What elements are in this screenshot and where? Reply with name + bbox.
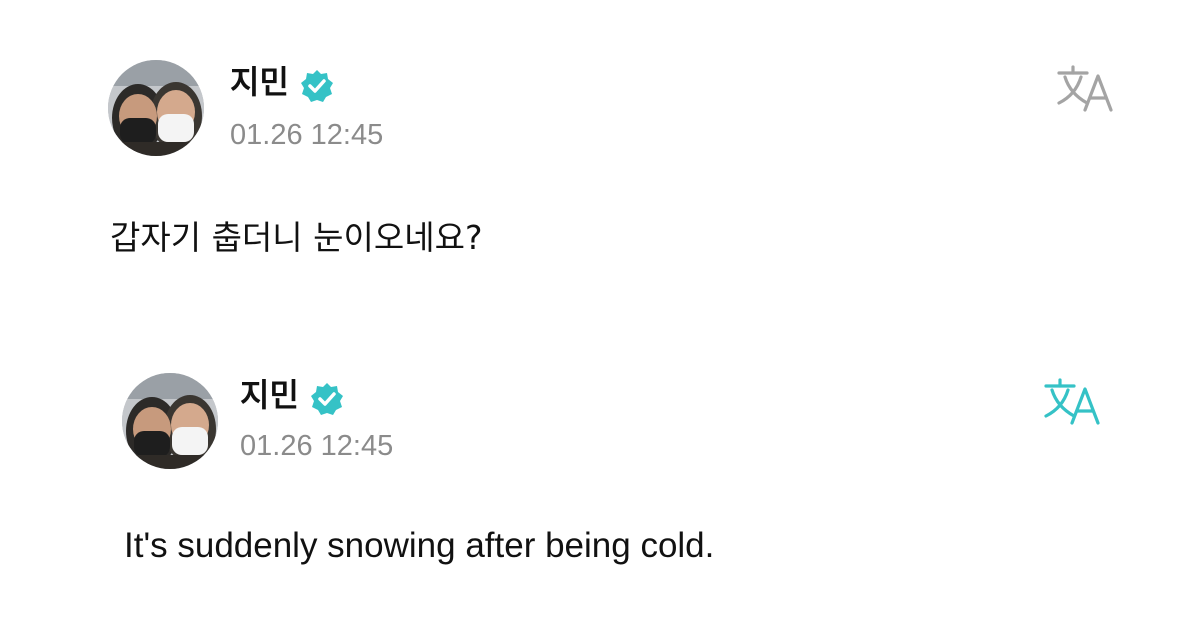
- verified-check-icon: [311, 383, 343, 415]
- post-original: 지민 01.26 12:45 갑자기 춥더니 눈이오네요?: [0, 0, 1200, 310]
- author-name[interactable]: 지민: [230, 66, 289, 98]
- avatar[interactable]: [122, 373, 218, 469]
- post-translated: 지민 01.26 12:45 It's suddenly snowing aft…: [0, 310, 1200, 621]
- post-timestamp: 01.26 12:45: [230, 119, 384, 151]
- avatar[interactable]: [108, 60, 204, 156]
- translate-icon[interactable]: [1043, 377, 1103, 429]
- post-timestamp: 01.26 12:45: [240, 430, 394, 462]
- verified-check-icon: [301, 70, 333, 102]
- translated-text: It's suddenly snowing after being cold.: [124, 526, 715, 565]
- avatar-photo: [122, 373, 218, 469]
- translate-icon[interactable]: [1056, 64, 1116, 116]
- post-text: 갑자기 춥더니 눈이오네요?: [110, 218, 483, 257]
- author-name[interactable]: 지민: [240, 379, 299, 411]
- avatar-photo: [108, 60, 204, 156]
